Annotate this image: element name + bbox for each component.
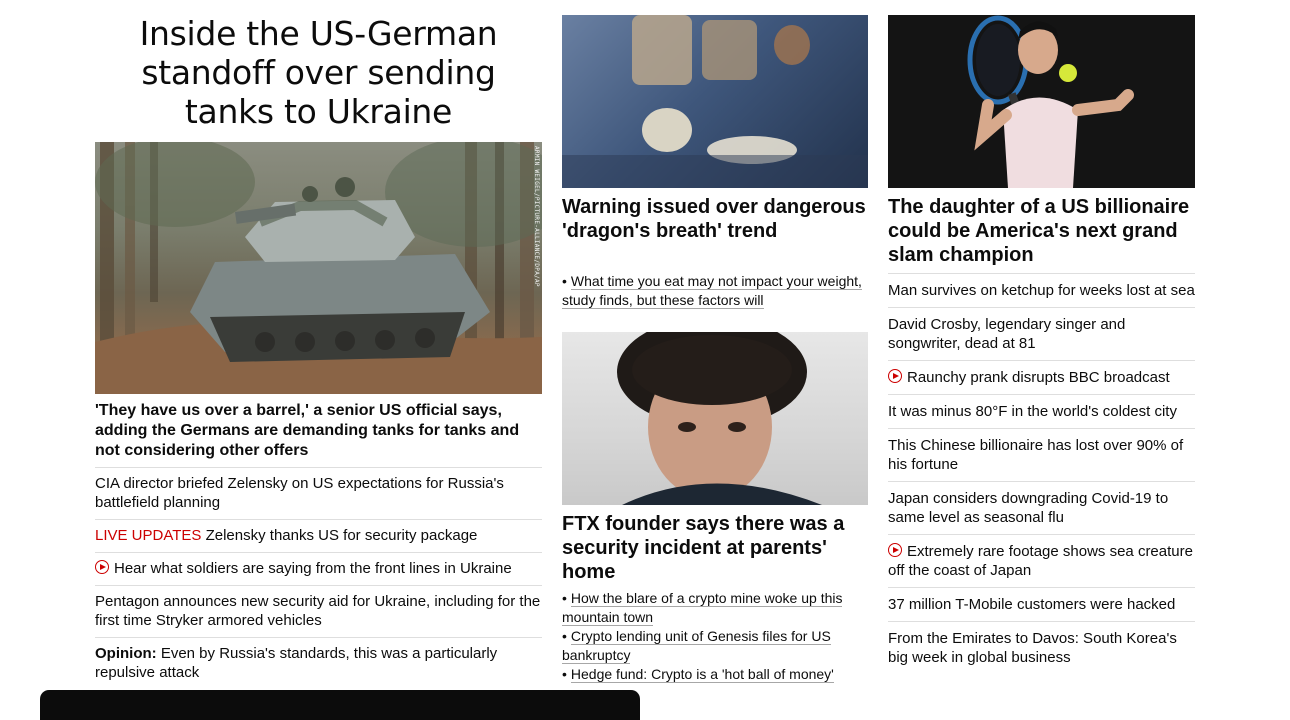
story-link[interactable]: Crypto lending unit of Genesis files for… (562, 628, 831, 664)
dragons-breath-headline[interactable]: Warning issued over dangerous 'dragon's … (562, 195, 868, 243)
story-link[interactable]: Man survives on ketchup for weeks lost a… (888, 282, 1195, 299)
play-icon (888, 369, 902, 383)
story-link[interactable]: What time you eat may not impact your we… (562, 273, 862, 309)
story-link[interactable]: Raunchy prank disrupts BBC broadcast (907, 369, 1170, 386)
list-item[interactable]: • Hedge fund: Crypto is a 'hot ball of mo… (562, 665, 868, 684)
tennis-headline[interactable]: The daughter of a US billionaire could b… (888, 195, 1195, 267)
story-link[interactable]: Pentagon announces new security aid for … (95, 593, 540, 629)
play-icon (95, 560, 109, 574)
bullet: • (562, 666, 567, 682)
list-item[interactable]: Extremely rare footage shows sea creatur… (888, 534, 1195, 587)
story-link[interactable]: Japan considers downgrading Covid-19 to … (888, 490, 1168, 526)
list-item[interactable]: Pentagon announces new security aid for … (95, 585, 542, 637)
lead-subheadline[interactable]: 'They have us over a barrel,' a senior U… (95, 401, 542, 461)
list-item[interactable]: It was minus 80°F in the world's coldest… (888, 394, 1195, 428)
dragons-breath-related: • What time you eat may not impact your w… (562, 272, 868, 310)
live-updates-label: LIVE UPDATES (95, 527, 202, 544)
ftx-founder-photo[interactable] (562, 332, 868, 505)
dessert-illustration (562, 15, 868, 188)
lead-headline[interactable]: Inside the US-German standoff over sendi… (95, 14, 542, 131)
headlines-list: Man survives on ketchup for weeks lost a… (888, 273, 1195, 674)
list-item[interactable]: Opinion: Even by Russia's standards, thi… (95, 637, 542, 689)
story-link[interactable]: 37 million T-Mobile customers were hacke… (888, 596, 1175, 613)
opinion-label: Opinion: (95, 645, 157, 662)
story-link[interactable]: From the Emirates to Davos: South Korea'… (888, 630, 1177, 666)
ftx-related: • How the blare of a crypto mine woke up … (562, 589, 868, 684)
story-link[interactable]: How the blare of a crypto mine woke up t… (562, 590, 843, 626)
tennis-illustration (967, 15, 1134, 188)
story-link[interactable]: David Crosby, legendary singer and songw… (888, 316, 1125, 352)
tennis-player-photo[interactable] (888, 15, 1195, 188)
bottom-overlay-bar[interactable] (40, 690, 640, 720)
list-item[interactable]: 37 million T-Mobile customers were hacke… (888, 587, 1195, 621)
list-item[interactable]: CIA director briefed Zelensky on US expe… (95, 467, 542, 519)
tank-illustration (95, 142, 542, 394)
story-link[interactable]: This Chinese billionaire has lost over 9… (888, 437, 1183, 473)
photo-credit: ARMIN WEIGEL/PICTURE-ALLIANCE/DPA/AP (533, 146, 540, 287)
list-item[interactable]: • What time you eat may not impact your w… (562, 272, 868, 310)
related-stories-list: CIA director briefed Zelensky on US expe… (95, 467, 542, 689)
list-item[interactable]: Japan considers downgrading Covid-19 to … (888, 481, 1195, 534)
list-item[interactable]: Man survives on ketchup for weeks lost a… (888, 273, 1195, 307)
list-item[interactable]: Hear what soldiers are saying from the f… (95, 552, 542, 585)
story-link[interactable]: Zelensky thanks US for security package (206, 527, 478, 544)
list-item[interactable]: • How the blare of a crypto mine woke up … (562, 589, 868, 627)
story-link[interactable]: Hear what soldiers are saying from the f… (114, 560, 512, 577)
list-item[interactable]: From the Emirates to Davos: South Korea'… (888, 621, 1195, 674)
list-item[interactable]: This Chinese billionaire has lost over 9… (888, 428, 1195, 481)
portrait-illustration (617, 332, 822, 505)
lead-story: Inside the US-German standoff over sendi… (95, 0, 542, 681)
story-link[interactable]: Extremely rare footage shows sea creatur… (888, 543, 1193, 579)
dragons-breath-photo[interactable] (562, 15, 868, 188)
ftx-headline[interactable]: FTX founder says there was a security in… (562, 512, 868, 584)
list-item[interactable]: LIVE UPDATES Zelensky thanks US for secu… (95, 519, 542, 552)
bullet: • (562, 628, 567, 644)
list-item[interactable]: Raunchy prank disrupts BBC broadcast (888, 360, 1195, 394)
tank-photo[interactable]: ARMIN WEIGEL/PICTURE-ALLIANCE/DPA/AP (95, 142, 542, 394)
play-icon (888, 543, 902, 557)
story-link[interactable]: It was minus 80°F in the world's coldest… (888, 403, 1177, 420)
story-link[interactable]: CIA director briefed Zelensky on US expe… (95, 475, 504, 511)
list-item[interactable]: • Crypto lending unit of Genesis files fo… (562, 627, 868, 665)
list-item[interactable]: David Crosby, legendary singer and songw… (888, 307, 1195, 360)
bullet: • (562, 273, 567, 289)
bullet: • (562, 590, 567, 606)
story-link[interactable]: Hedge fund: Crypto is a 'hot ball of mon… (570, 666, 834, 683)
